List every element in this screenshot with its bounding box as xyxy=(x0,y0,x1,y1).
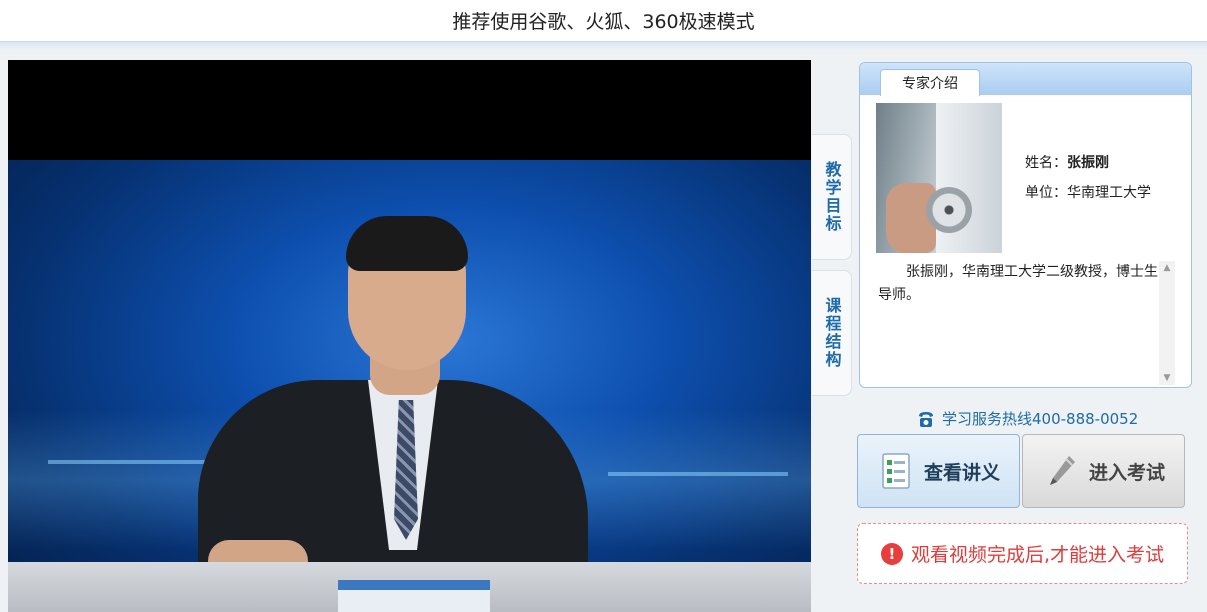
hotline-text: 学习服务热线400-888-0052 xyxy=(942,410,1139,428)
view-notes-label: 查看讲义 xyxy=(924,461,1001,484)
exclamation-icon: ! xyxy=(880,542,903,565)
book-on-desk xyxy=(338,580,490,612)
side-tabs: 教学目标 课程结构 xyxy=(812,134,852,406)
video-background-bar xyxy=(608,472,788,476)
bio-scrollbar[interactable]: ▲ ▼ xyxy=(1159,261,1175,385)
expert-unit-label: 单位： xyxy=(1025,185,1067,201)
pencil-icon xyxy=(1050,456,1075,485)
enter-exam-button[interactable]: 进入考试 xyxy=(1022,434,1185,508)
tab-course-structure-label: 课程结构 xyxy=(822,297,842,369)
banner-text: 推荐使用谷歌、火狐、360极速模式 xyxy=(452,11,755,33)
scroll-down-icon[interactable]: ▼ xyxy=(1159,371,1175,385)
expert-name-label: 姓名： xyxy=(1025,155,1067,171)
document-icon xyxy=(882,453,910,489)
stethoscope-image xyxy=(926,187,972,233)
video-frame xyxy=(8,160,811,612)
expert-panel-header: 专家介绍 xyxy=(860,63,1191,96)
expert-unit-row: 单位：华南理工大学 xyxy=(1025,178,1151,208)
enter-exam-label: 进入考试 xyxy=(1089,461,1166,484)
expert-intro-panel: 专家介绍 姓名：张振刚 单位：华南理工大学 张振刚，华南理工大学二级教授，博士生… xyxy=(859,62,1192,388)
tab-teaching-objectives-label: 教学目标 xyxy=(822,161,842,233)
scroll-up-icon[interactable]: ▲ xyxy=(1159,261,1175,275)
phone-icon xyxy=(919,411,933,427)
expert-photo xyxy=(876,103,1002,253)
browser-recommendation-banner: 推荐使用谷歌、火狐、360极速模式 xyxy=(0,0,1207,42)
course-player-area: 教学目标 课程结构 专家介绍 姓名：张振刚 单位：华南理工大学 张振刚，华南理工… xyxy=(0,50,1207,612)
video-background-bar xyxy=(48,460,208,464)
tab-expert-intro[interactable]: 专家介绍 xyxy=(880,69,980,96)
tab-course-structure[interactable]: 课程结构 xyxy=(812,270,852,396)
expert-bio: 张振刚，华南理工大学二级教授，博士生导师。 xyxy=(878,264,1158,303)
lecturer-figure xyxy=(198,216,598,600)
view-notes-button[interactable]: 查看讲义 xyxy=(857,434,1020,508)
expert-unit: 华南理工大学 xyxy=(1067,185,1151,201)
banner-shadow xyxy=(0,42,1207,50)
service-hotline: 学习服务热线400-888-0052 xyxy=(916,408,1138,429)
expert-name-row: 姓名：张振刚 xyxy=(1025,148,1151,178)
tab-teaching-objectives[interactable]: 教学目标 xyxy=(812,134,852,260)
notice-text: 观看视频完成后,才能进入考试 xyxy=(910,544,1165,566)
expert-name: 张振刚 xyxy=(1067,155,1109,171)
expert-info: 姓名：张振刚 单位：华南理工大学 xyxy=(1025,148,1151,208)
exam-requirement-notice: ! 观看视频完成后,才能进入考试 xyxy=(857,523,1188,584)
video-player[interactable] xyxy=(8,60,811,612)
